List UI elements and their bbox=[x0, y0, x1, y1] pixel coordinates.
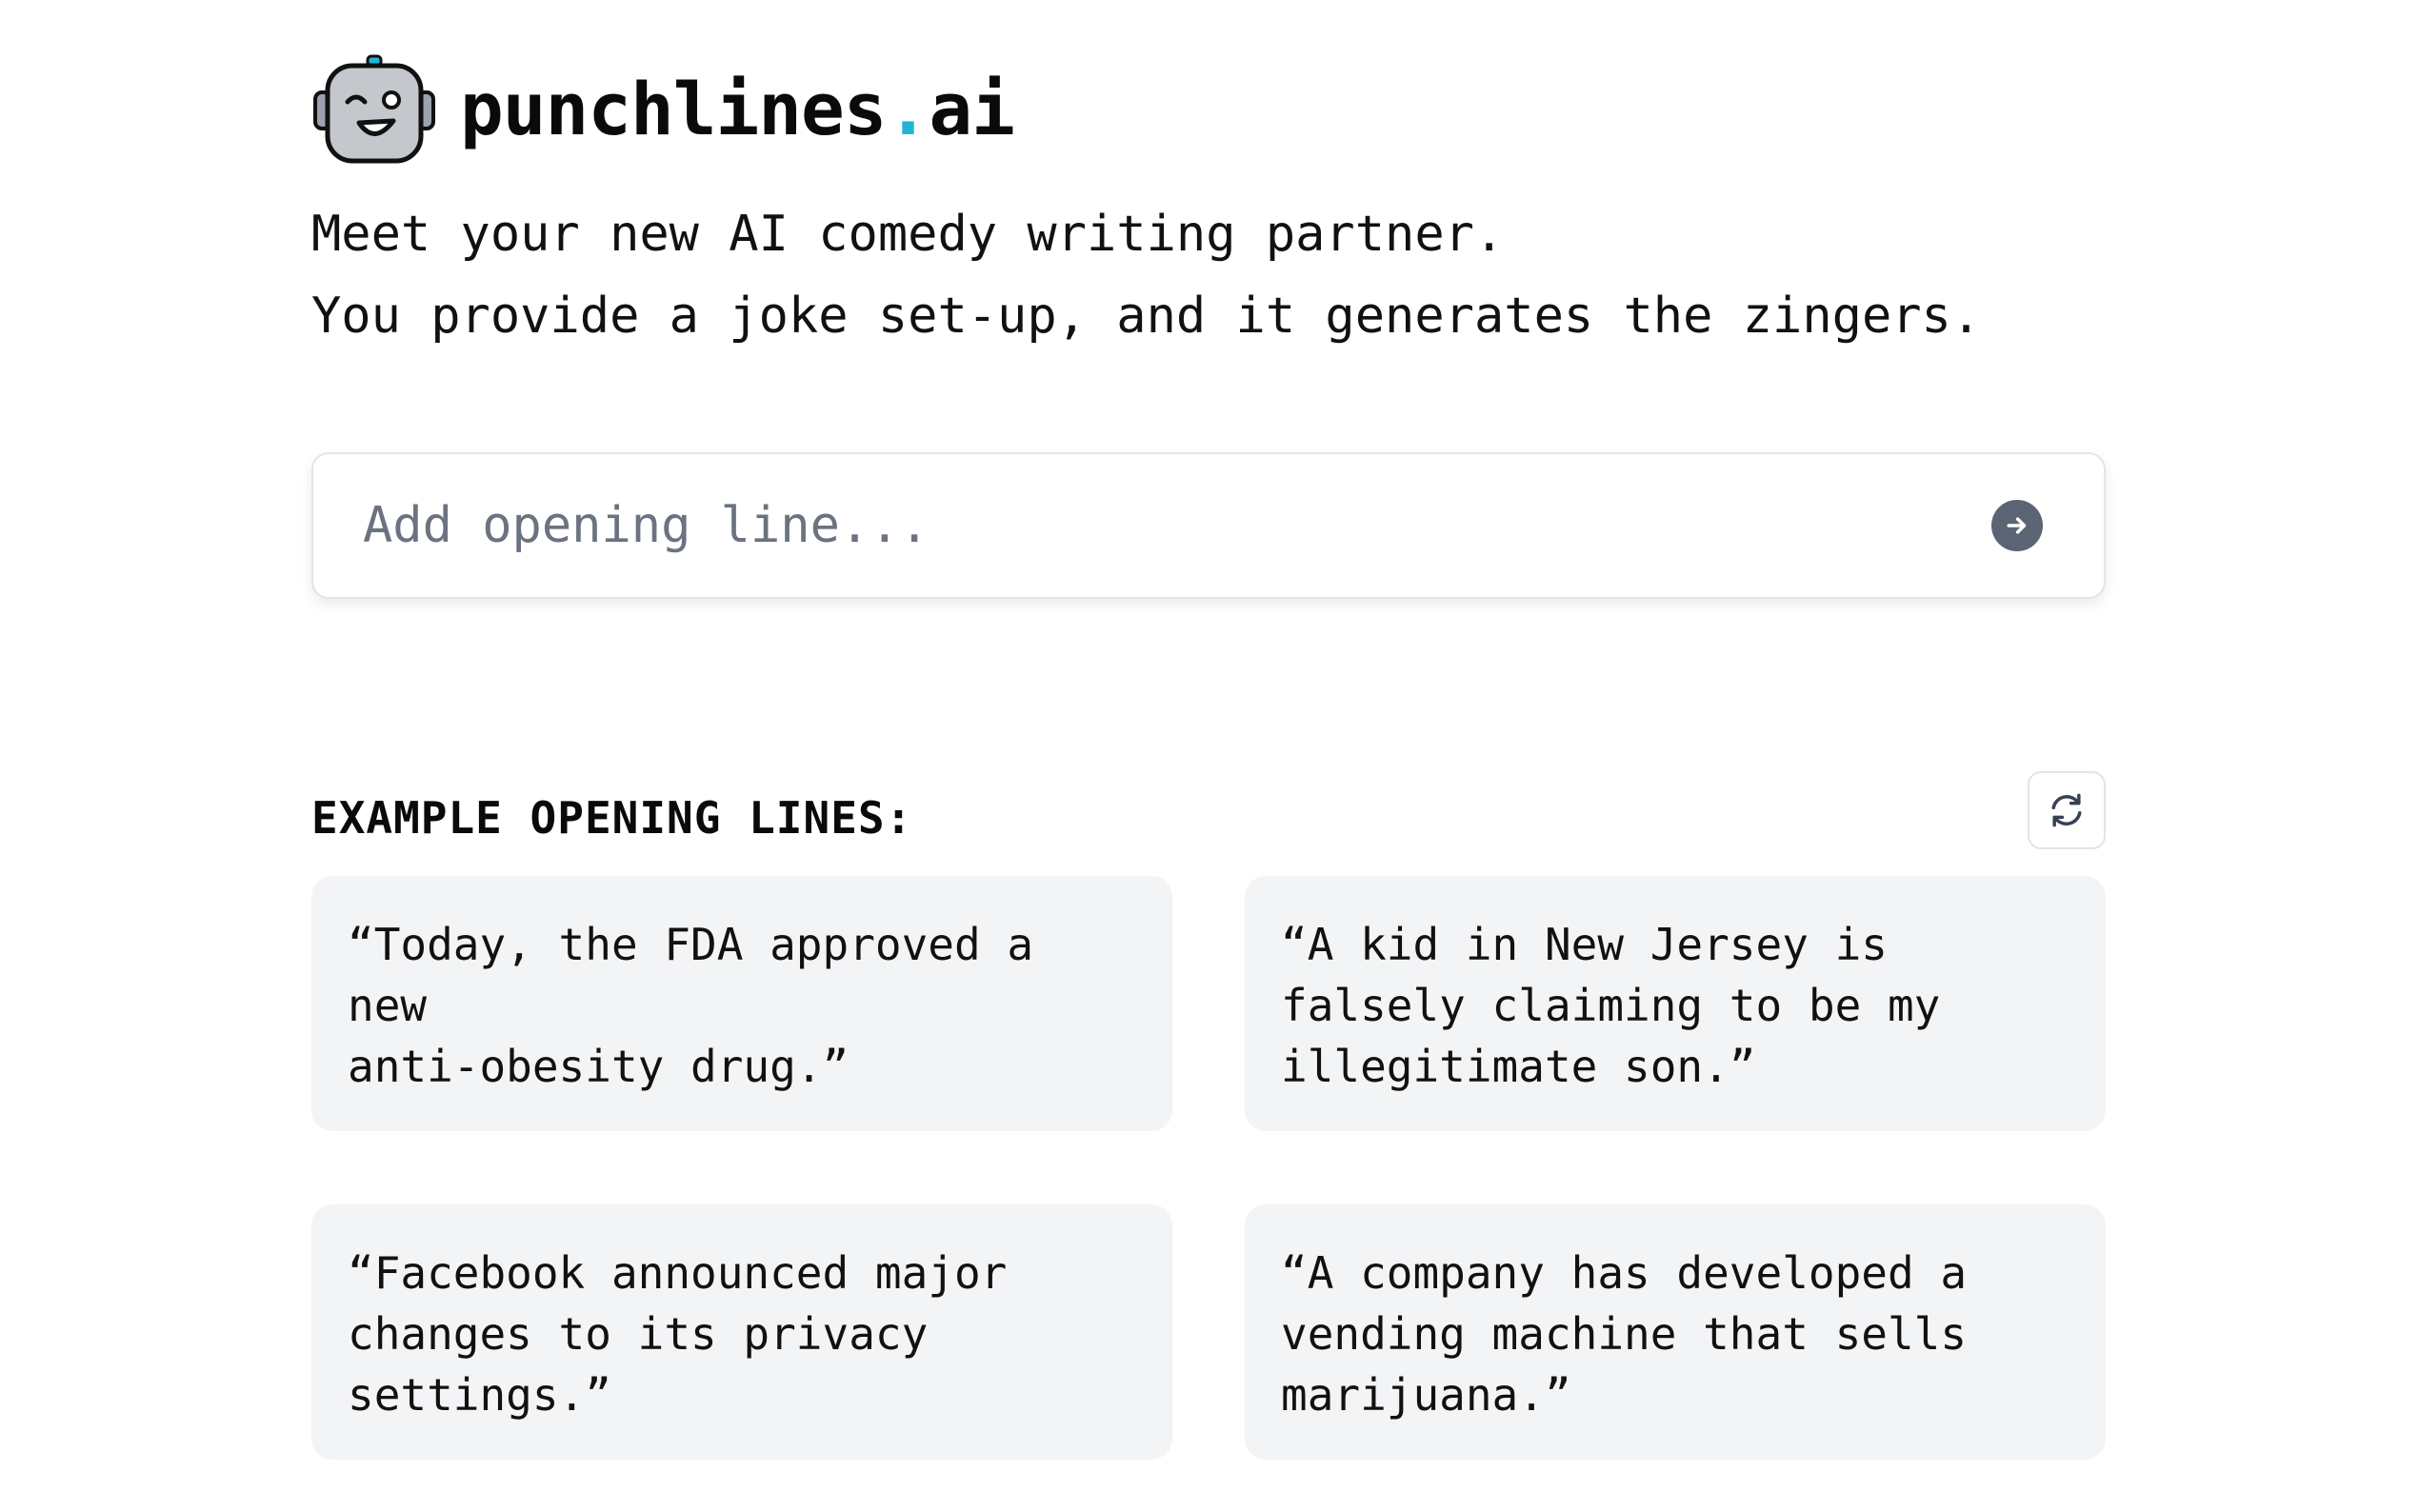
brand-header[interactable]: punchlines.ai bbox=[311, 52, 1015, 167]
submit-button[interactable] bbox=[1991, 500, 2043, 551]
example-card-line: illegitimate son.” bbox=[1281, 1041, 1756, 1092]
opening-line-input[interactable] bbox=[363, 483, 1887, 568]
examples-title: EXAMPLE OPENING LINES: bbox=[311, 792, 913, 844]
arrow-right-icon bbox=[2007, 517, 2027, 534]
example-card-line: vending machine that sells bbox=[1281, 1308, 1968, 1360]
brand-name-dot: . bbox=[886, 67, 930, 151]
example-card-line: “Facebook announced major bbox=[348, 1247, 1008, 1299]
example-card[interactable]: “Today, the FDA approved a new anti-obes… bbox=[311, 876, 1172, 1131]
robot-face-icon bbox=[313, 54, 435, 164]
brand-name-suffix: ai bbox=[929, 67, 1015, 151]
refresh-icon bbox=[2051, 793, 2082, 827]
tagline-line-1: Meet your new AI comedy writing partner. bbox=[311, 206, 1505, 263]
example-card-line: settings.” bbox=[348, 1369, 611, 1421]
example-card[interactable]: “A kid in New Jersey is falsely claiming… bbox=[1245, 876, 2106, 1131]
example-card[interactable]: “Facebook announced major changes to its… bbox=[311, 1204, 1172, 1460]
example-card-line: “Today, the FDA approved a new bbox=[348, 919, 1034, 1031]
example-card-line: changes to its privacy bbox=[348, 1308, 929, 1360]
tagline-line-2: You provide a joke set-up, and it genera… bbox=[311, 288, 1982, 345]
example-card-line: marijuana.” bbox=[1281, 1369, 1571, 1421]
example-card[interactable]: “A company has developed a vending machi… bbox=[1245, 1204, 2106, 1460]
refresh-examples-button[interactable] bbox=[2028, 771, 2106, 849]
brand-name: punchlines.ai bbox=[460, 73, 1015, 146]
tagline: Meet your new AI comedy writing partner.… bbox=[311, 193, 1981, 357]
example-card-line: “A company has developed a bbox=[1281, 1247, 1968, 1299]
example-card-line: anti-obesity drug.” bbox=[348, 1041, 850, 1092]
brand-name-main: punchlines bbox=[460, 67, 888, 151]
opening-line-form bbox=[311, 452, 2106, 599]
examples-header: EXAMPLE OPENING LINES: bbox=[311, 771, 2106, 851]
example-card-line: “A kid in New Jersey is bbox=[1281, 919, 1888, 970]
example-card-line: falsely claiming to be my bbox=[1281, 980, 1941, 1031]
